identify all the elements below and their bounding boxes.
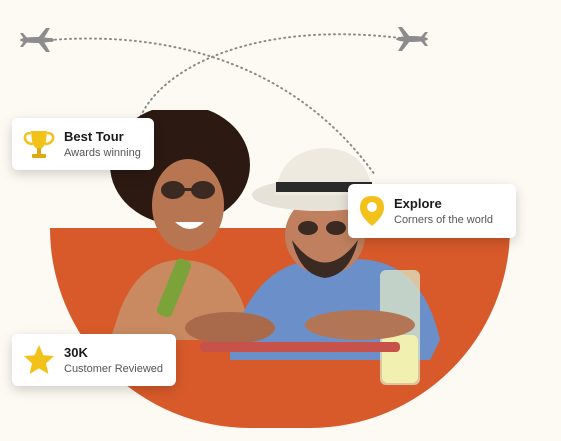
trophy-icon — [22, 127, 56, 161]
card-subtitle: Customer Reviewed — [64, 362, 164, 375]
star-icon — [22, 343, 56, 377]
reviews-card: 30K Customer Reviewed — [12, 334, 176, 386]
airplane-icon — [18, 28, 54, 52]
card-title: Explore — [394, 195, 442, 211]
explore-card: Explore Corners of the world — [348, 184, 516, 238]
card-title: 30K — [64, 344, 88, 360]
map-pin-icon — [358, 194, 386, 228]
hero-visual: Best Tour Awards winning Explore Corners… — [0, 0, 561, 441]
best-tour-card: Best Tour Awards winning — [12, 118, 154, 170]
airplane-icon — [396, 27, 428, 51]
card-subtitle: Corners of the world — [394, 213, 494, 226]
card-subtitle: Awards winning — [64, 146, 141, 159]
card-title: Best Tour — [64, 128, 124, 144]
flight-path-line-2 — [139, 33, 401, 119]
